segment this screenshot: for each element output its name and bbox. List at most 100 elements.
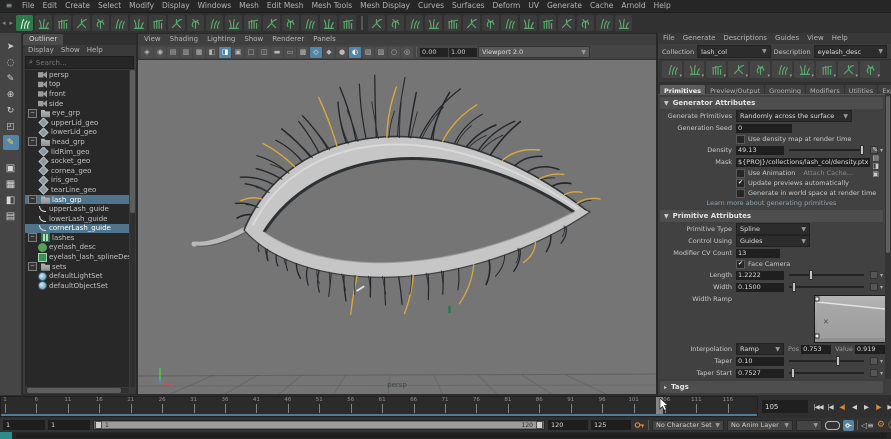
clump-tool-icon[interactable]	[706, 61, 726, 78]
outliner-item-eye_grp[interactable]: −eye_grp	[25, 108, 129, 118]
cut-tool-icon[interactable]	[772, 61, 792, 78]
noise-tool-icon[interactable]	[816, 61, 836, 78]
go-to-start-button[interactable]: |◀◀	[812, 400, 824, 413]
menu-create[interactable]: Create	[61, 0, 94, 12]
expander-icon[interactable]: −	[28, 262, 37, 271]
generate-primitives-dropdown[interactable]: Randomly across the surface▼	[736, 110, 852, 122]
tab-outliner[interactable]: Outliner	[23, 34, 63, 45]
resolution-gate-icon[interactable]: ◫	[258, 47, 270, 58]
world-space-checkbox[interactable]	[736, 189, 745, 198]
xgen-description-icon[interactable]	[35, 15, 52, 31]
outliner-item-cornea_geo[interactable]: cornea_geo	[25, 166, 129, 176]
menu-show[interactable]: Show	[244, 34, 263, 45]
xgen-noise-icon[interactable]	[187, 15, 204, 31]
safe-title-icon[interactable]: ▩	[297, 47, 309, 58]
playback-end-field[interactable]: 120	[548, 420, 588, 430]
shelf-prev-icon[interactable]: ◂	[0, 19, 8, 27]
browse-map-icon[interactable]: ◨	[872, 162, 879, 170]
xgen-clump-icon[interactable]	[206, 15, 223, 31]
image-plane-icon[interactable]: ▦	[193, 47, 205, 58]
description-control-icon[interactable]	[662, 61, 682, 78]
range-end-handle[interactable]	[536, 421, 543, 429]
expander-icon[interactable]: −	[28, 109, 37, 118]
attr-menu-icon[interactable]: ▾	[880, 358, 883, 365]
map-button[interactable]	[870, 357, 878, 365]
menu-show[interactable]: Show	[61, 45, 80, 55]
xgen-part-icon[interactable]	[263, 15, 280, 31]
outliner-item-defaultLightSet[interactable]: defaultLightSet	[25, 271, 129, 281]
frame-selection-icon[interactable]: ◆	[323, 47, 335, 58]
menu-file[interactable]: File	[18, 0, 39, 12]
outliner-item-lowerLid_geo[interactable]: lowerLid_geo	[25, 128, 129, 138]
igs-part-icon[interactable]	[520, 15, 537, 31]
app-icon[interactable]: ≡	[3, 1, 15, 11]
menu-mesh-tools[interactable]: Mesh Tools	[308, 0, 357, 12]
outliner-item-upperLash_guide[interactable]: upperLash_guide	[25, 204, 129, 214]
menu-descriptions[interactable]: Descriptions	[723, 33, 767, 44]
taper-start-slider[interactable]	[789, 372, 864, 374]
menu-generate[interactable]: Generate	[543, 0, 586, 12]
place-guides-icon[interactable]	[860, 61, 880, 78]
menu-guides[interactable]: Guides	[775, 33, 799, 44]
animation-end-field[interactable]: 125	[591, 420, 631, 430]
shelf-next-icon[interactable]: ▸	[8, 19, 16, 27]
menu-uv[interactable]: UV	[524, 0, 543, 12]
current-frame-field[interactable]: 105	[762, 400, 808, 413]
menu-file[interactable]: File	[663, 33, 675, 44]
xgen-comb-icon[interactable]	[73, 15, 90, 31]
xgen-cut-icon[interactable]	[111, 15, 128, 31]
igs-direction-icon[interactable]	[539, 15, 556, 31]
xgen-place-icon[interactable]	[225, 15, 242, 31]
range-slider[interactable]: 1 120	[93, 420, 545, 430]
set-key-icon[interactable]	[634, 420, 645, 430]
density-brush-icon[interactable]	[794, 61, 814, 78]
comb-tool-icon[interactable]	[728, 61, 748, 78]
field-chart-icon[interactable]: ▬	[271, 47, 283, 58]
outliner-vscrollbar[interactable]	[130, 70, 135, 387]
igs-spray-icon[interactable]	[406, 15, 423, 31]
menu-curves[interactable]: Curves	[414, 0, 448, 12]
menu-view[interactable]: View	[807, 33, 824, 44]
taper-start-field[interactable]: 0.7527	[736, 369, 784, 378]
menu-help[interactable]: Help	[832, 33, 848, 44]
default-material-icon[interactable]: ▨	[375, 47, 387, 58]
width-field[interactable]: 0.1500	[736, 283, 784, 292]
safe-action-icon[interactable]: ▭	[284, 47, 296, 58]
step-forward-button[interactable]: ▶|	[884, 400, 891, 413]
igs-length-icon[interactable]	[463, 15, 480, 31]
map-button[interactable]	[870, 271, 878, 279]
outliner-item-sets[interactable]: −sets	[25, 262, 129, 272]
xgen-select-icon[interactable]	[320, 15, 337, 31]
menu-modify[interactable]: Modify	[125, 0, 158, 12]
paint-map-icon[interactable]: ✎	[872, 146, 878, 154]
layout-persp-outliner[interactable]: ◧	[3, 195, 18, 207]
next-key-button[interactable]: |▶	[872, 400, 884, 413]
menu-help[interactable]: Help	[650, 0, 675, 12]
move-tool[interactable]: ⊕	[3, 87, 19, 102]
part-tool-icon[interactable]	[838, 61, 858, 78]
preview-toggle-icon[interactable]	[684, 61, 704, 78]
menu-display[interactable]: Display	[28, 45, 54, 55]
lock-camera-icon[interactable]: ◉	[154, 47, 166, 58]
attr-menu-icon[interactable]: ▾	[880, 284, 883, 291]
menu-renderer[interactable]: Renderer	[272, 34, 304, 45]
igs-sculpt-icon[interactable]	[425, 15, 442, 31]
expander-icon[interactable]: −	[28, 233, 37, 242]
menu-panels[interactable]: Panels	[313, 34, 336, 45]
map-button[interactable]	[870, 369, 878, 377]
outliner-item-lidRim_geo[interactable]: lidRim_geo	[25, 147, 129, 157]
length-tool-icon[interactable]	[750, 61, 770, 78]
viewport-canvas[interactable]: persp	[138, 60, 656, 395]
sound-mute-icon[interactable]: ◁≡	[861, 421, 874, 430]
description-dropdown[interactable]: eyelash_desc▼	[814, 45, 887, 58]
auto-update-checkbox[interactable]: ✔	[736, 179, 745, 188]
map-button[interactable]	[870, 283, 878, 291]
igs-clump-icon[interactable]	[501, 15, 518, 31]
length-field[interactable]: 1.2222	[736, 271, 784, 280]
viewport-field-2[interactable]: 1.00	[449, 48, 477, 57]
two-d-pan-zoom-icon[interactable]: ◧	[206, 47, 218, 58]
outliner-item-tearLine_geo[interactable]: tearLine_geo	[25, 185, 129, 195]
menu-view[interactable]: View	[144, 34, 161, 45]
layout-single[interactable]: ▣	[3, 163, 18, 175]
save-map-icon[interactable]: ▤	[872, 154, 879, 162]
